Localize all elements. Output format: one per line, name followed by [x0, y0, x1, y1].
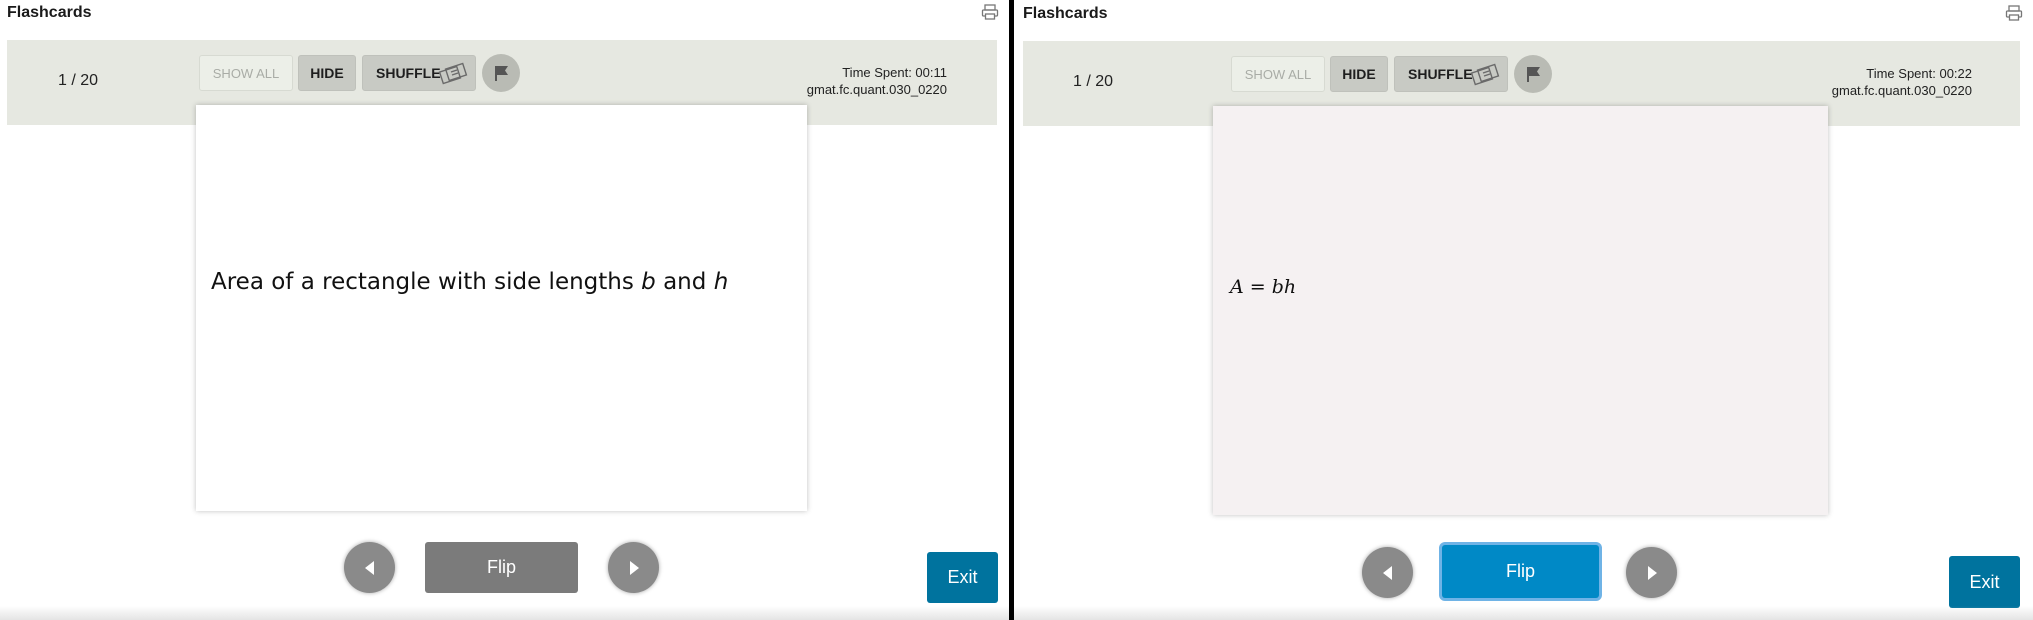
- card-question: Area of a rectangle with side lengths b …: [211, 269, 728, 295]
- shuffle-button[interactable]: SHUFFLE: [1394, 56, 1508, 92]
- card-answer-formula: A = bh: [1230, 276, 1296, 298]
- card-id: gmat.fc.quant.030_0220: [1831, 83, 1972, 98]
- bottom-shadow: [0, 606, 1009, 620]
- flashcard-front[interactable]: Area of a rectangle with side lengths b …: [196, 105, 807, 511]
- shuffle-label: SHUFFLE: [1408, 66, 1473, 82]
- arrow-left-icon: [364, 560, 374, 575]
- printer-icon[interactable]: [2005, 5, 2023, 21]
- left-flashcards-window: Flashcards 1 / 20 SHOW ALL HIDE SHUFFLE: [0, 0, 1009, 620]
- time-spent: Time Spent: 00:22: [1866, 66, 1972, 81]
- flip-button[interactable]: Flip: [425, 542, 578, 593]
- time-info: Time Spent: 00:11 gmat.fc.quant.030_0220: [807, 64, 947, 98]
- flag-icon: [1527, 67, 1540, 82]
- arrow-right-icon: [629, 560, 639, 575]
- show-all-button[interactable]: SHOW ALL: [199, 55, 293, 91]
- arrow-left-icon: [1382, 565, 1392, 580]
- app-title: Flashcards: [1023, 5, 1108, 22]
- arrow-right-icon: [1647, 565, 1657, 580]
- exit-button[interactable]: Exit: [927, 552, 998, 603]
- question-text: Area of a rectangle with side lengths: [211, 269, 642, 295]
- flag-icon: [495, 66, 508, 81]
- formula-lhs: A: [1230, 276, 1244, 298]
- previous-card-button[interactable]: [1362, 547, 1413, 598]
- bottom-shadow: [1014, 606, 2033, 620]
- variable-b: b: [641, 269, 656, 295]
- next-card-button[interactable]: [1626, 547, 1677, 598]
- shuffle-label: SHUFFLE: [376, 65, 441, 81]
- card-id: gmat.fc.quant.030_0220: [806, 82, 947, 97]
- flashcard-back[interactable]: A = bh: [1213, 106, 1828, 515]
- hide-button[interactable]: HIDE: [1330, 56, 1388, 92]
- flag-button[interactable]: [482, 54, 520, 92]
- card-counter: 1 / 20: [1073, 73, 1114, 90]
- split-screen: Flashcards 1 / 20 SHOW ALL HIDE SHUFFLE: [0, 0, 2033, 620]
- flag-button[interactable]: [1514, 55, 1552, 93]
- time-spent: Time Spent: 00:11: [842, 65, 947, 80]
- formula-rhs: bh: [1271, 276, 1297, 298]
- formula-equals: =: [1243, 276, 1272, 298]
- next-card-button[interactable]: [608, 542, 659, 593]
- shuffle-cards-icon: [1469, 62, 1501, 88]
- previous-card-button[interactable]: [344, 542, 395, 593]
- app-title: Flashcards: [7, 4, 92, 21]
- right-flashcards-window: Flashcards 1 / 20 SHOW ALL HIDE SHUFFLE: [1014, 0, 2033, 620]
- exit-button[interactable]: Exit: [1949, 556, 2020, 608]
- printer-icon[interactable]: [981, 4, 999, 20]
- variable-h: h: [713, 269, 729, 295]
- time-info: Time Spent: 00:22 gmat.fc.quant.030_0220: [1832, 65, 1972, 99]
- flip-button[interactable]: Flip: [1442, 545, 1599, 598]
- card-counter: 1 / 20: [58, 72, 99, 89]
- show-all-button[interactable]: SHOW ALL: [1231, 56, 1325, 92]
- shuffle-cards-icon: [437, 61, 469, 87]
- question-connector: and: [655, 269, 714, 295]
- shuffle-button[interactable]: SHUFFLE: [362, 55, 476, 91]
- hide-button[interactable]: HIDE: [298, 55, 356, 91]
